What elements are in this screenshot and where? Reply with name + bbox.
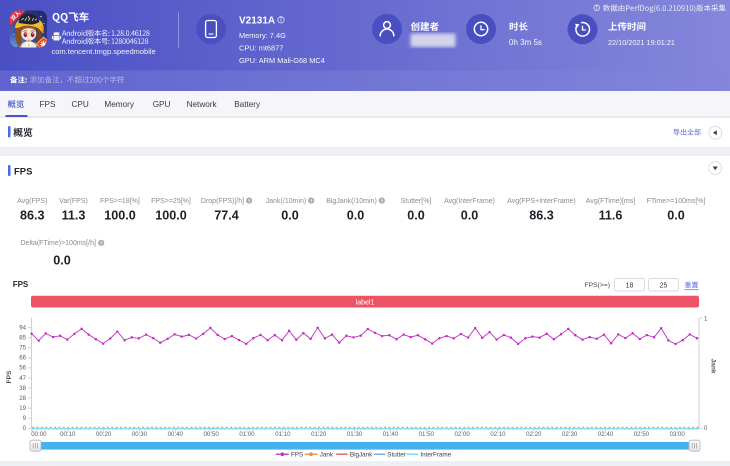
svg-text:94: 94 [19, 324, 26, 331]
svg-text:Battery: Battery [234, 100, 261, 109]
svg-text:02:30: 02:30 [562, 431, 578, 438]
svg-text:03:00: 03:00 [670, 431, 686, 438]
svg-text:0h 3m 5s: 0h 3m 5s [509, 38, 542, 47]
svg-text:FPS: FPS [291, 452, 303, 459]
svg-text:19: 19 [19, 405, 26, 412]
svg-text:BigJank: BigJank [350, 452, 373, 459]
svg-text:FPS: FPS [13, 280, 29, 289]
svg-text:CPU: mt6877: CPU: mt6877 [239, 44, 283, 53]
svg-text:28: 28 [19, 395, 26, 402]
svg-text:18: 18 [626, 282, 634, 289]
svg-text:InterFrame: InterFrame [420, 452, 451, 459]
svg-text:0.0: 0.0 [347, 208, 365, 222]
svg-text:02:10: 02:10 [490, 431, 506, 438]
svg-text:Avg(InterFrame): Avg(InterFrame) [444, 198, 495, 205]
svg-text:00:00: 00:00 [31, 431, 47, 438]
svg-text:GPU: ARM Mali-G68 MC4: GPU: ARM Mali-G68 MC4 [239, 56, 325, 65]
svg-text:CPU: CPU [72, 100, 89, 109]
svg-text:02:00: 02:00 [454, 431, 470, 438]
svg-text:0.0: 0.0 [53, 254, 71, 268]
svg-text:38: 38 [19, 385, 26, 392]
svg-text:Delta(FTime)>100ms[/h]: Delta(FTime)>100ms[/h] [21, 240, 96, 247]
svg-text:02:40: 02:40 [598, 431, 614, 438]
svg-text:11.3: 11.3 [62, 208, 86, 222]
svg-text:47: 47 [19, 375, 26, 382]
svg-text:com.tencent.tmgp.speedmobile: com.tencent.tmgp.speedmobile [52, 47, 156, 56]
svg-text:11.6: 11.6 [599, 208, 623, 222]
svg-text:Memory: Memory [104, 100, 134, 109]
svg-text:Avg(FPS): Avg(FPS) [17, 198, 47, 205]
svg-text:00:40: 00:40 [168, 431, 184, 438]
svg-text:Var(FPS): Var(FPS) [59, 198, 88, 205]
svg-text:86.3: 86.3 [20, 208, 45, 222]
svg-text:75: 75 [19, 345, 26, 352]
svg-text:BigJank(/10min): BigJank(/10min) [326, 198, 377, 205]
svg-text:85: 85 [19, 334, 26, 341]
svg-text:66: 66 [19, 355, 26, 362]
svg-text:?: ? [248, 198, 251, 204]
svg-text:FPS>=18[%]: FPS>=18[%] [100, 198, 140, 205]
svg-text:FPS: FPS [6, 370, 13, 383]
svg-text:01:10: 01:10 [275, 431, 291, 438]
svg-text:Jank(/10min): Jank(/10min) [266, 198, 306, 205]
svg-text:0.0: 0.0 [407, 208, 425, 222]
svg-text:FPS>=25[%]: FPS>=25[%] [151, 198, 191, 205]
svg-text:01:50: 01:50 [419, 431, 435, 438]
svg-text:22/10/2021 19:01:21: 22/10/2021 19:01:21 [608, 38, 675, 47]
svg-text:100.0: 100.0 [104, 208, 136, 222]
svg-text:?: ? [100, 241, 103, 247]
svg-text:0.0: 0.0 [667, 208, 685, 222]
svg-text:00:50: 00:50 [204, 431, 220, 438]
svg-text:FTime>=100ms[%]: FTime>=100ms[%] [647, 198, 706, 205]
svg-text:56: 56 [19, 365, 26, 372]
svg-text:FPS: FPS [14, 166, 32, 177]
svg-text:GPU: GPU [153, 100, 171, 109]
svg-text:02:50: 02:50 [634, 431, 650, 438]
svg-text:02:20: 02:20 [526, 431, 542, 438]
svg-text:Jank: Jank [320, 452, 334, 459]
svg-text:01:40: 01:40 [383, 431, 399, 438]
svg-text:86.3: 86.3 [529, 208, 554, 222]
svg-text:00:20: 00:20 [96, 431, 112, 438]
svg-text:?: ? [380, 198, 383, 204]
svg-text:0.0: 0.0 [461, 208, 479, 222]
svg-text:FPS: FPS [40, 100, 56, 109]
svg-text:77.4: 77.4 [214, 208, 239, 222]
svg-text:100.0: 100.0 [155, 208, 187, 222]
svg-text:0.0: 0.0 [281, 208, 299, 222]
svg-text:?: ? [310, 198, 313, 204]
svg-text:Network: Network [187, 100, 218, 109]
svg-text:V2131A: V2131A [239, 15, 275, 26]
svg-text:Memory: 7.4G: Memory: 7.4G [239, 31, 286, 40]
svg-text:label1: label1 [356, 299, 375, 306]
svg-text:25: 25 [660, 282, 668, 289]
svg-text:00:30: 00:30 [132, 431, 148, 438]
svg-text:00:10: 00:10 [60, 431, 76, 438]
svg-text:Drop(FPS)[/h]: Drop(FPS)[/h] [201, 198, 244, 205]
svg-text:FPS(>=): FPS(>=) [584, 282, 610, 289]
svg-text:Avg(FTime)[ms]: Avg(FTime)[ms] [586, 198, 635, 205]
svg-text:Stutter: Stutter [387, 452, 406, 459]
svg-text:01:20: 01:20 [311, 431, 327, 438]
svg-text:01:30: 01:30 [347, 431, 363, 438]
svg-text:01:00: 01:00 [239, 431, 255, 438]
svg-text:Avg(FPS+InterFrame): Avg(FPS+InterFrame) [507, 198, 576, 205]
svg-text:Jank: Jank [710, 358, 717, 373]
svg-text:Stutter[%]: Stutter[%] [401, 198, 432, 205]
